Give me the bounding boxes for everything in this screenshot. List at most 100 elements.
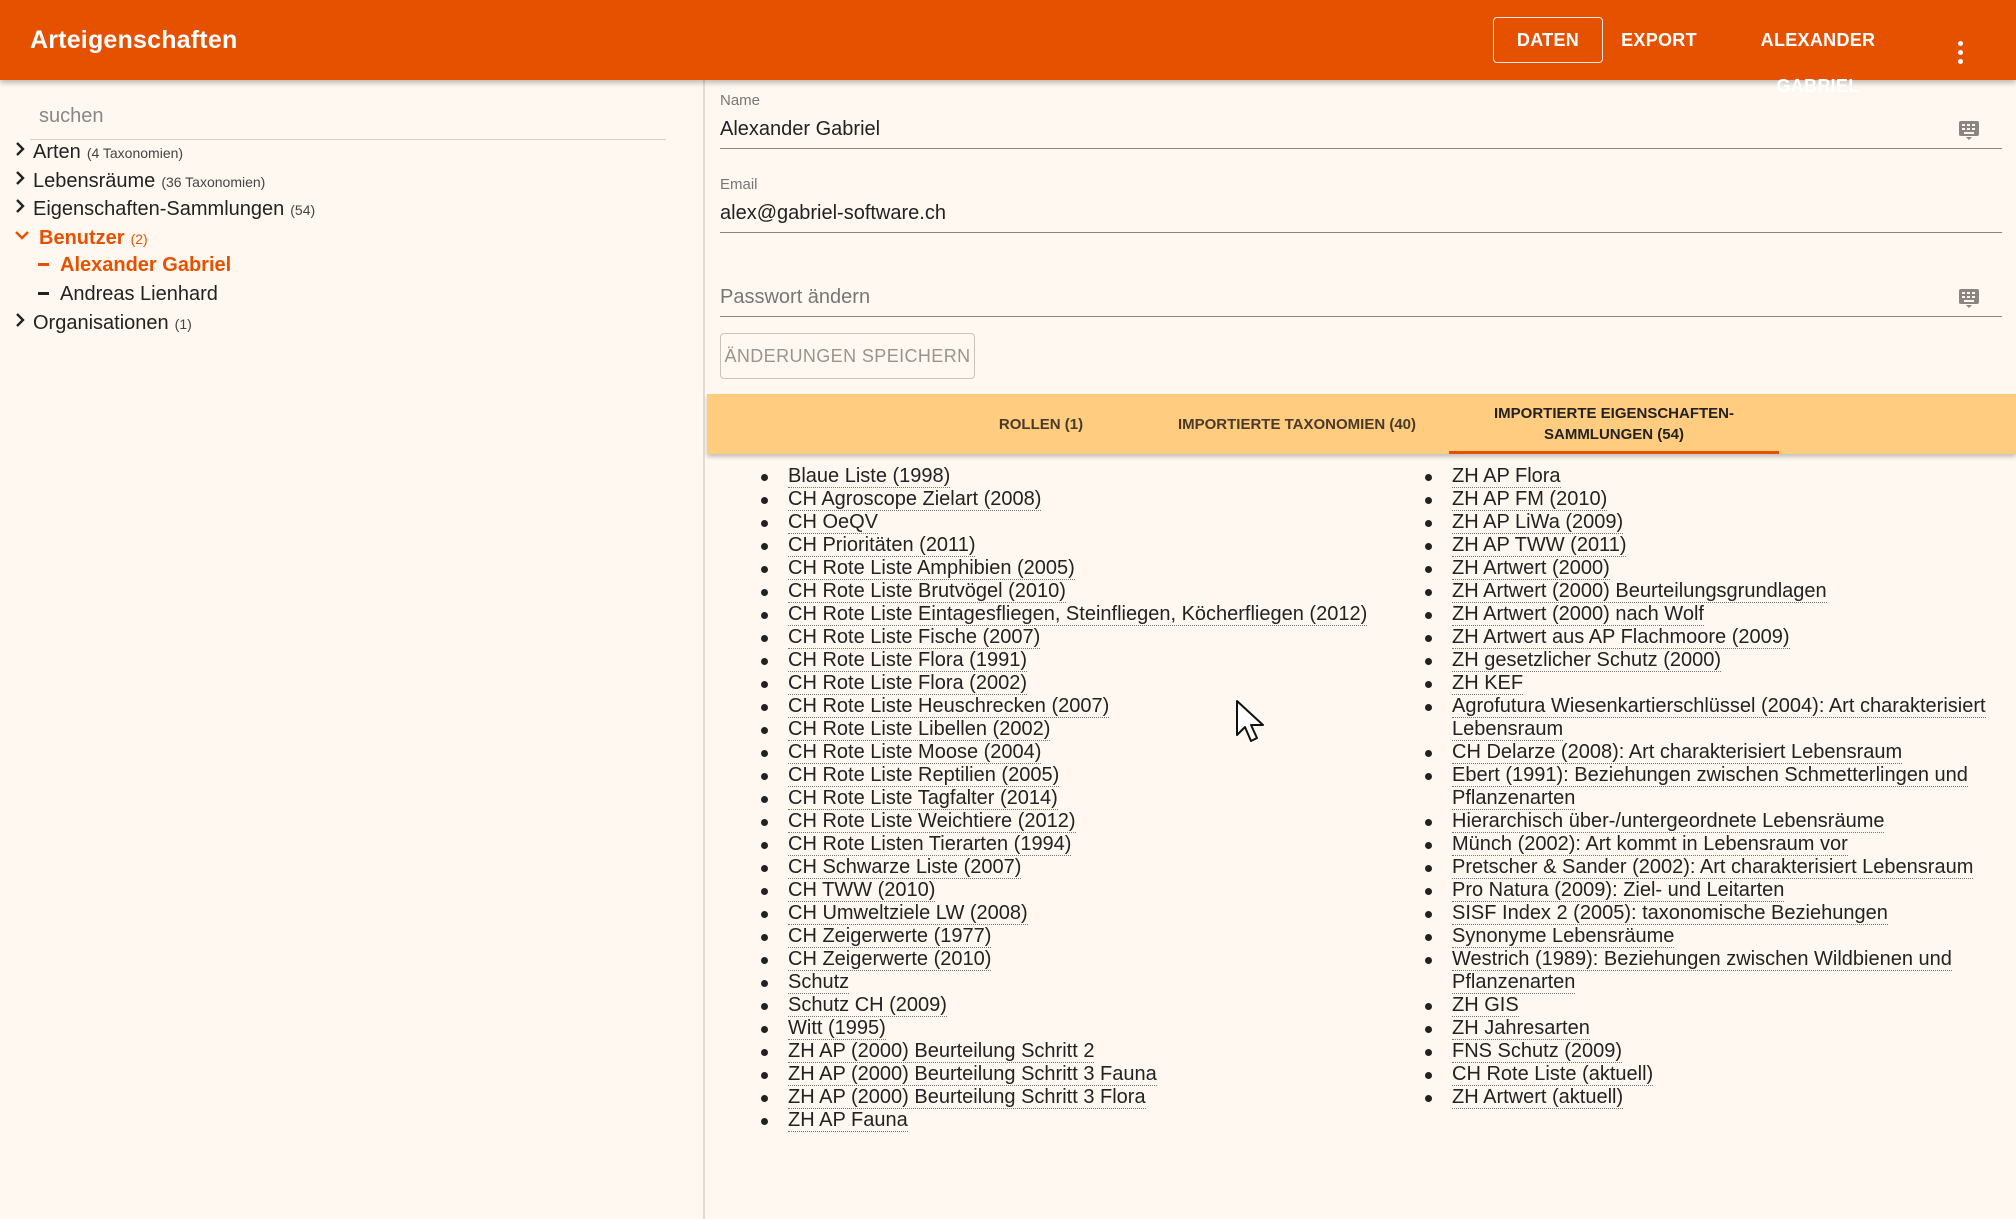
collection-list-item: CH Rote Liste Fische (2007) [758, 626, 1388, 649]
nav-daten-button[interactable]: DATEN [1493, 17, 1603, 63]
collection-list-item: CH OeQV [758, 511, 1388, 534]
tab-importierte-taxonomien[interactable]: IMPORTIERTE TAXONOMIEN (40) [1142, 394, 1452, 454]
collection-link[interactable]: CH Agroscope Zielart (2008) [788, 488, 1042, 511]
collection-link[interactable]: CH Rote Liste Tagfalter (2014) [788, 787, 1058, 810]
collection-link[interactable]: ZH Artwert (2000) [1452, 557, 1610, 580]
dash-icon [38, 263, 49, 266]
nav-user-button[interactable]: ALEXANDER GABRIEL [1723, 17, 1913, 96]
collection-link[interactable]: CH Zeigerwerte (2010) [788, 948, 992, 971]
collection-link[interactable]: CH Schwarze Liste (2007) [788, 856, 1022, 879]
collection-link[interactable]: CH Rote Liste Reptilien (2005) [788, 764, 1060, 787]
collection-link[interactable]: CH Prioritäten (2011) [788, 534, 976, 557]
app-title[interactable]: Arteigenschaften [30, 0, 237, 80]
search-input[interactable] [30, 94, 666, 140]
collection-link[interactable]: ZH AP Fauna [788, 1109, 908, 1132]
collection-link[interactable]: CH Umweltziele LW (2008) [788, 902, 1028, 925]
collection-link[interactable]: ZH AP Flora [1452, 465, 1561, 488]
collection-link[interactable]: CH Rote Liste (aktuell) [1452, 1063, 1654, 1086]
collection-link[interactable]: CH Rote Liste Libellen (2002) [788, 718, 1051, 741]
collection-list-item: Blaue Liste (1998) [758, 465, 1388, 488]
collection-link[interactable]: CH Rote Liste Flora (1991) [788, 649, 1027, 672]
collection-link[interactable]: CH OeQV [788, 511, 879, 534]
collection-list-item: CH Umweltziele LW (2008) [758, 902, 1388, 925]
collection-link[interactable]: ZH Artwert (2000) nach Wolf [1452, 603, 1704, 626]
collection-link[interactable]: Münch (2002): Art kommt in Lebensraum vo… [1452, 833, 1848, 856]
collection-link[interactable]: CH Zeigerwerte (1977) [788, 925, 992, 948]
collection-link[interactable]: CH Rote Liste Weichtiere (2012) [788, 810, 1076, 833]
collection-link[interactable]: CH Delarze (2008): Art charakterisiert L… [1452, 741, 1903, 764]
save-changes-button[interactable]: ÄNDERUNGEN SPEICHERN [720, 333, 975, 379]
collection-link[interactable]: ZH AP TWW (2011) [1452, 534, 1627, 557]
tab-rollen[interactable]: ROLLEN (1) [956, 394, 1126, 454]
collection-link[interactable]: CH Rote Liste Brutvögel (2010) [788, 580, 1066, 603]
tree-node-benutzer[interactable]: Benutzer (2) [14, 226, 315, 255]
collection-list-item: Synonyme Lebensräume [1422, 925, 1992, 948]
collection-link[interactable]: ZH Artwert (aktuell) [1452, 1086, 1624, 1109]
collection-link[interactable]: CH Rote Liste Fische (2007) [788, 626, 1041, 649]
collection-link[interactable]: FNS Schutz (2009) [1452, 1040, 1623, 1063]
collection-link[interactable]: Pro Natura (2009): Ziel- und Leitarten [1452, 879, 1785, 902]
tree-node-count: (54) [290, 202, 316, 218]
collection-link[interactable]: Schutz CH (2009) [788, 994, 947, 1017]
chevron-right-icon[interactable] [14, 197, 33, 215]
collection-link[interactable]: ZH gesetzlicher Schutz (2000) [1452, 649, 1722, 672]
collection-link[interactable]: Witt (1995) [788, 1017, 886, 1040]
collection-link[interactable]: CH Rote Liste Heuschrecken (2007) [788, 695, 1110, 718]
collection-link[interactable]: CH Rote Liste Moose (2004) [788, 741, 1042, 764]
email-field[interactable] [720, 193, 2002, 233]
tree-node-user-alexander[interactable]: Alexander Gabriel [14, 254, 315, 283]
collection-link[interactable]: Blaue Liste (1998) [788, 465, 951, 488]
collection-link[interactable]: ZH AP (2000) Beurteilung Schritt 2 [788, 1040, 1095, 1063]
collection-link[interactable]: ZH AP (2000) Beurteilung Schritt 3 Flora [788, 1086, 1146, 1109]
collection-link[interactable]: Synonyme Lebensräume [1452, 925, 1675, 948]
nav-export-button[interactable]: EXPORT [1614, 17, 1704, 63]
collection-link[interactable]: ZH AP LiWa (2009) [1452, 511, 1624, 534]
collection-link[interactable]: Westrich (1989): Beziehungen zwischen Wi… [1452, 948, 1952, 994]
email-label: Email [720, 176, 758, 193]
chevron-right-icon[interactable] [14, 140, 33, 158]
collection-list-item: CH Schwarze Liste (2007) [758, 856, 1388, 879]
collection-link[interactable]: ZH Jahresarten [1452, 1017, 1590, 1040]
collection-link[interactable]: CH Rote Liste Eintagesfliegen, Steinflie… [788, 603, 1368, 626]
collection-link[interactable]: ZH AP FM (2010) [1452, 488, 1608, 511]
name-field[interactable] [720, 109, 2002, 149]
collection-link[interactable]: ZH Artwert aus AP Flachmoore (2009) [1452, 626, 1790, 649]
more-vert-icon [1957, 30, 1963, 76]
collection-link[interactable]: Agrofutura Wiesenkartierschlüssel (2004)… [1452, 695, 1986, 741]
collection-list-item: CH Rote Liste Flora (2002) [758, 672, 1388, 695]
collection-link[interactable]: ZH KEF [1452, 672, 1524, 695]
collection-link[interactable]: ZH GIS [1452, 994, 1519, 1017]
password-field[interactable] [720, 277, 2002, 317]
collection-link[interactable]: Pretscher & Sander (2002): Art charakter… [1452, 856, 1974, 879]
collection-link[interactable]: CH TWW (2010) [788, 879, 936, 902]
collection-link[interactable]: ZH Artwert (2000) Beurteilungsgrundlagen [1452, 580, 1827, 603]
collection-list-item: ZH Artwert (aktuell) [1422, 1086, 1992, 1109]
tab-bar: ROLLEN (1) IMPORTIERTE TAXONOMIEN (40) I… [707, 394, 2016, 454]
collection-list-item: ZH Artwert aus AP Flachmoore (2009) [1422, 626, 1992, 649]
collection-link[interactable]: CH Rote Liste Amphibien (2005) [788, 557, 1075, 580]
collection-link[interactable]: CH Rote Liste Flora (2002) [788, 672, 1027, 695]
collection-link[interactable]: SISF Index 2 (2005): taxonomische Bezieh… [1452, 902, 1888, 925]
keyboard-icon[interactable] [1958, 120, 1980, 140]
tree-node-user-andreas[interactable]: Andreas Lienhard [14, 283, 315, 312]
tree-node-lebensraeume[interactable]: Lebensräume (36 Taxonomien) [14, 169, 315, 198]
tree-node-organisationen[interactable]: Organisationen (1) [14, 311, 315, 340]
collection-link[interactable]: CH Rote Listen Tierarten (1994) [788, 833, 1072, 856]
chevron-down-icon[interactable] [14, 226, 33, 244]
keyboard-icon[interactable] [1958, 288, 1980, 308]
more-menu-button[interactable] [1945, 17, 1975, 64]
chevron-right-icon[interactable] [14, 311, 33, 329]
tree-node-arten[interactable]: Arten (4 Taxonomien) [14, 140, 315, 169]
collection-list-item: CH Rote Liste (aktuell) [1422, 1063, 1992, 1086]
tree-node-label: Arten [33, 141, 81, 163]
collection-link[interactable]: Hierarchisch über-/untergeordnete Lebens… [1452, 810, 1885, 833]
tab-importierte-eigenschaften-sammlungen[interactable]: IMPORTIERTE EIGENSCHAFTEN- SAMMLUNGEN (54… [1449, 394, 1779, 454]
collections-list-left: Blaue Liste (1998) CH Agroscope Zielart (… [758, 465, 1388, 1132]
collection-link[interactable]: Ebert (1991): Beziehungen zwischen Schme… [1452, 764, 1968, 810]
collection-list-item: ZH AP Fauna [758, 1109, 1388, 1132]
tree-node-eigenschaften-sammlungen[interactable]: Eigenschaften-Sammlungen (54) [14, 197, 315, 226]
collection-link[interactable]: ZH AP (2000) Beurteilung Schritt 3 Fauna [788, 1063, 1157, 1086]
chevron-right-icon[interactable] [14, 169, 33, 187]
collection-link[interactable]: Schutz [788, 971, 850, 994]
collection-list-item: ZH Jahresarten [1422, 1017, 1992, 1040]
